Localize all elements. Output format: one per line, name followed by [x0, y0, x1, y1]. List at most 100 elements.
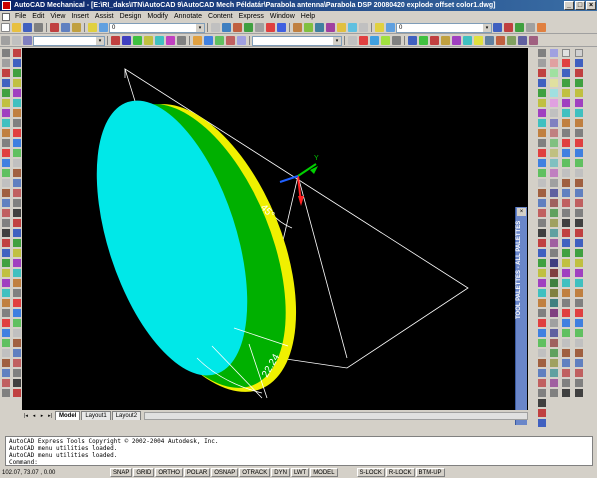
background-icon[interactable] — [538, 389, 546, 397]
extra-tool-icon[interactable] — [575, 359, 583, 367]
hidden-icon[interactable] — [538, 179, 546, 187]
layer-freeze-icon[interactable] — [537, 23, 546, 32]
view-front-icon[interactable] — [538, 89, 546, 97]
extra-tool-icon[interactable] — [575, 349, 583, 357]
view-ne-iso-icon[interactable] — [538, 129, 546, 137]
tab-layout1[interactable]: Layout1 — [81, 411, 111, 420]
fastener-icon[interactable] — [13, 109, 21, 117]
balloon-icon[interactable] — [233, 23, 242, 32]
center-mark-icon[interactable] — [562, 329, 570, 337]
extra-tool-icon[interactable] — [575, 389, 583, 397]
gouraud-edges-icon[interactable] — [538, 219, 546, 227]
mtext-icon[interactable] — [2, 229, 10, 237]
solid-edit-icon[interactable] — [550, 389, 558, 397]
region-draw-icon[interactable] — [2, 209, 10, 217]
ellipse-arc-icon[interactable] — [2, 149, 10, 157]
section-solid-icon[interactable] — [550, 139, 558, 147]
point-icon[interactable] — [2, 179, 10, 187]
menu-content[interactable]: Content — [205, 13, 236, 20]
snap-perpendicular-icon[interactable] — [562, 129, 570, 137]
layer-combo-right[interactable]: 0 ▾ — [396, 22, 492, 33]
screw-icon[interactable] — [13, 209, 21, 217]
ucs-x-icon[interactable] — [507, 36, 516, 45]
snap-center-icon[interactable] — [562, 99, 570, 107]
table-icon[interactable] — [2, 219, 10, 227]
weld-icon[interactable] — [255, 23, 264, 32]
chain-icon[interactable] — [13, 169, 21, 177]
scale-icon[interactable] — [2, 309, 10, 317]
extra-tool-icon[interactable] — [575, 139, 583, 147]
spring-icon[interactable] — [13, 129, 21, 137]
insert-block-icon[interactable] — [2, 159, 10, 167]
extra-tool-icon[interactable] — [575, 219, 583, 227]
dim-aligned-icon[interactable] — [562, 209, 570, 217]
btm-up-toggle[interactable]: BTM-UP — [415, 468, 445, 477]
3d-zoom-icon[interactable] — [538, 259, 546, 267]
extra-tool-icon[interactable] — [575, 89, 583, 97]
leader-icon[interactable] — [562, 309, 570, 317]
gear-icon[interactable] — [13, 149, 21, 157]
adjust-clip-icon[interactable] — [538, 319, 546, 327]
extra-tool-icon[interactable] — [575, 299, 583, 307]
revcloud-icon[interactable] — [2, 119, 10, 127]
zoom-icon[interactable] — [304, 23, 313, 32]
line-icon[interactable] — [2, 49, 10, 57]
section-icon[interactable] — [13, 269, 21, 277]
hide-icon[interactable] — [13, 289, 21, 297]
quick-dim-icon[interactable] — [562, 279, 570, 287]
dim-style-icon[interactable] — [562, 369, 570, 377]
landscape-icon[interactable] — [538, 369, 546, 377]
dim-baseline-icon[interactable] — [562, 289, 570, 297]
hatch-icon[interactable] — [193, 36, 202, 45]
array-icon[interactable] — [177, 36, 186, 45]
tolerance-icon[interactable] — [562, 319, 570, 327]
revolve-icon[interactable] — [550, 119, 558, 127]
extend-object-icon[interactable] — [2, 339, 10, 347]
orbit-icon[interactable] — [326, 23, 335, 32]
chevron-down-icon[interactable]: ▾ — [196, 23, 204, 32]
layer-light-icon-2[interactable] — [375, 23, 384, 32]
s-lock-toggle[interactable]: S-LOCK — [356, 468, 385, 477]
ortho-toggle[interactable]: ORTHO — [155, 468, 183, 477]
extra-tool-icon[interactable] — [575, 319, 583, 327]
copy-icon[interactable] — [61, 23, 70, 32]
open-folder-icon[interactable] — [12, 23, 21, 32]
osnap-toggle[interactable]: OSNAP — [211, 468, 239, 477]
extra-tool-icon[interactable] — [575, 109, 583, 117]
rotate-icon[interactable] — [2, 299, 10, 307]
nut-icon[interactable] — [13, 219, 21, 227]
extra-tool-icon[interactable] — [575, 119, 583, 127]
snap-intersection-icon[interactable] — [562, 69, 570, 77]
mirror-object-icon[interactable] — [2, 259, 10, 267]
extra-tool-icon[interactable] — [575, 199, 583, 207]
gouraud-icon[interactable] — [538, 199, 546, 207]
snap-tangent-icon[interactable] — [562, 119, 570, 127]
menu-express[interactable]: Express — [236, 13, 267, 20]
move-icon[interactable] — [2, 289, 10, 297]
materials-icon[interactable] — [538, 359, 546, 367]
spline-icon[interactable] — [2, 129, 10, 137]
polyline-draw-icon[interactable] — [2, 69, 10, 77]
menu-insert[interactable]: Insert — [68, 13, 92, 20]
document-icon[interactable] — [2, 12, 10, 21]
flat-edges-icon[interactable] — [538, 209, 546, 217]
offset-icon[interactable] — [155, 36, 164, 45]
menu-modify[interactable]: Modify — [144, 13, 171, 20]
extra-tool-icon[interactable] — [575, 129, 583, 137]
menu-window[interactable]: Window — [267, 13, 298, 20]
next-tab-button[interactable]: ▸ — [38, 412, 46, 420]
delete-faces-icon[interactable] — [550, 249, 558, 257]
imprint-icon[interactable] — [550, 319, 558, 327]
extra-tool-icon[interactable] — [575, 369, 583, 377]
extra-tool-icon[interactable] — [575, 159, 583, 167]
snap-extension-icon[interactable] — [562, 89, 570, 97]
beam-icon[interactable] — [13, 189, 21, 197]
break-icon[interactable] — [2, 349, 10, 357]
dimension-icon[interactable] — [222, 23, 231, 32]
extrude-faces-icon[interactable] — [550, 219, 558, 227]
solid-box-icon[interactable] — [550, 49, 558, 57]
arc-draw-icon[interactable] — [2, 99, 10, 107]
extend-icon[interactable] — [122, 36, 131, 45]
color-faces-icon[interactable] — [550, 289, 558, 297]
extra-tool-icon[interactable] — [575, 49, 583, 57]
